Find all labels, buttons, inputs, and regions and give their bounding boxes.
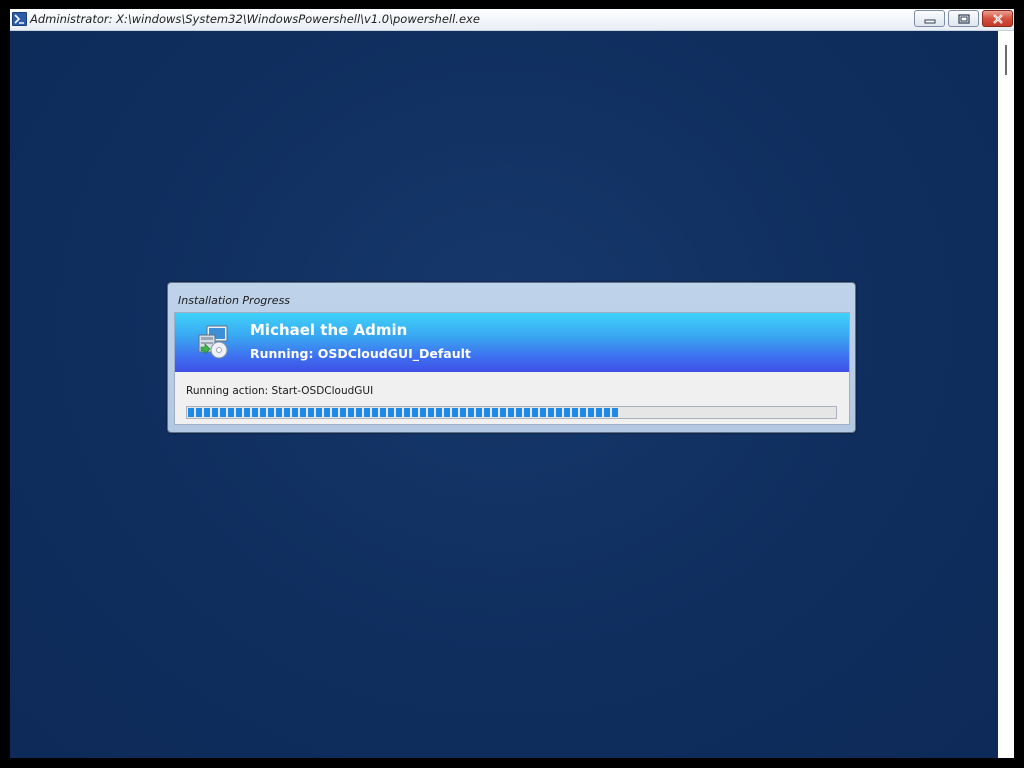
progress-bar [186, 406, 837, 419]
scrollbar-thumb[interactable] [1005, 45, 1007, 75]
running-action-text: Running action: Start-OSDCloudGUI [186, 385, 374, 397]
powershell-icon [12, 12, 27, 26]
installer-computer-icon [195, 323, 231, 361]
vertical-scrollbar[interactable] [998, 31, 1014, 758]
window-titlebar[interactable]: Administrator: X:\windows\System32\Windo… [10, 9, 1014, 31]
progress-fill [188, 408, 620, 417]
dialog-title: Installation Progress [178, 294, 291, 307]
banner-heading: Michael the Admin [250, 321, 408, 339]
installation-progress-dialog: Installation Progress Michael the Admin … [167, 282, 856, 433]
close-button[interactable] [982, 10, 1013, 27]
dialog-content: Michael the Admin Running: OSDCloudGUI_D… [174, 312, 850, 425]
restore-button[interactable] [948, 10, 979, 27]
dialog-banner: Michael the Admin Running: OSDCloudGUI_D… [175, 313, 849, 372]
minimize-button[interactable] [914, 10, 945, 27]
window-title: Administrator: X:\windows\System32\Windo… [30, 12, 480, 26]
banner-subheading: Running: OSDCloudGUI_Default [250, 346, 471, 361]
